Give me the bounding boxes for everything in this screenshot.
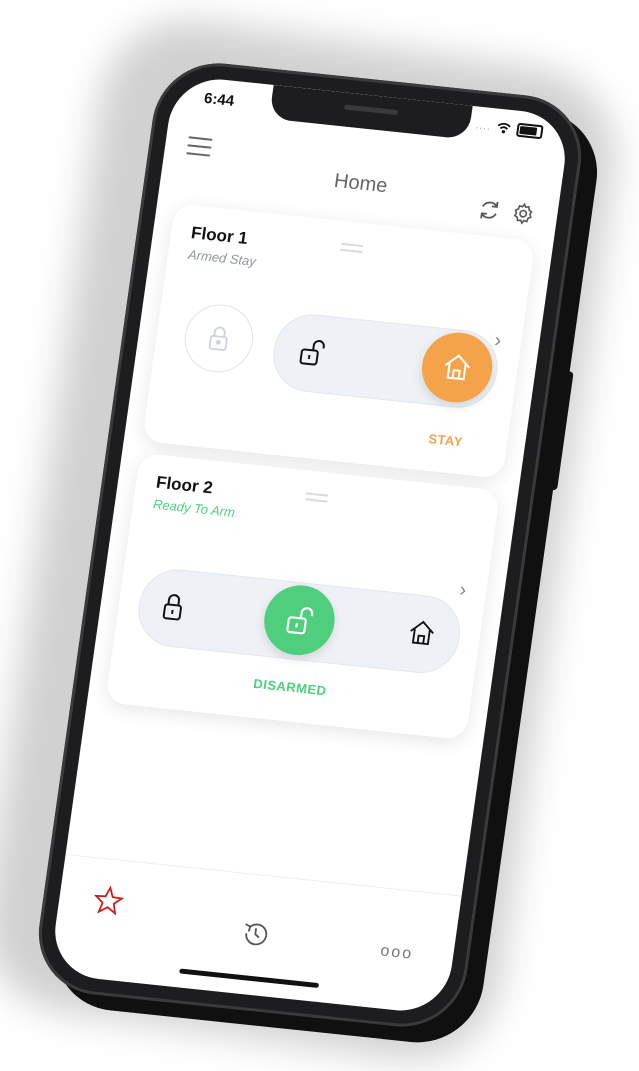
lock-icon[interactable] <box>180 301 258 376</box>
partition-name: Floor 2 <box>154 472 214 498</box>
notch <box>268 84 473 140</box>
chevron-right-icon[interactable]: › <box>458 579 468 602</box>
status-icons: .... <box>475 118 544 140</box>
speaker <box>343 104 399 116</box>
header-actions <box>476 197 537 227</box>
partition-card-floor-1[interactable]: Floor 1 Armed Stay › STAY <box>141 203 536 479</box>
history-icon[interactable] <box>238 918 272 951</box>
drag-handle[interactable] <box>305 492 329 506</box>
stay-mode-knob[interactable] <box>417 329 497 406</box>
partition-card-floor-2[interactable]: Floor 2 Ready To Arm › DISARMED <box>105 452 501 741</box>
partition-status: Armed Stay <box>187 246 257 269</box>
disarmed-mode-knob[interactable] <box>259 581 340 659</box>
mode-label: DISARMED <box>252 675 328 699</box>
status-time: 6:44 <box>202 89 236 110</box>
arm-mode-slider[interactable] <box>268 310 503 412</box>
refresh-icon[interactable] <box>476 197 503 223</box>
home-icon[interactable] <box>405 617 439 650</box>
unlock-icon[interactable] <box>297 336 327 368</box>
partition-status: Ready To Arm <box>152 496 236 520</box>
settings-gear-icon[interactable] <box>510 201 537 227</box>
bottom-tab-bar: ooo <box>48 853 462 1016</box>
battery-icon <box>515 122 544 140</box>
chevron-right-icon[interactable]: › <box>493 329 503 352</box>
arm-mode-slider[interactable] <box>133 565 465 677</box>
more-icon[interactable]: ooo <box>379 942 414 963</box>
lock-icon[interactable] <box>160 591 190 623</box>
drag-handle[interactable] <box>340 242 364 257</box>
star-icon[interactable] <box>92 884 126 917</box>
signal-indicator: .... <box>475 119 492 133</box>
mode-label: STAY <box>427 430 464 450</box>
partition-name: Floor 1 <box>190 223 250 248</box>
wifi-icon <box>497 122 511 134</box>
